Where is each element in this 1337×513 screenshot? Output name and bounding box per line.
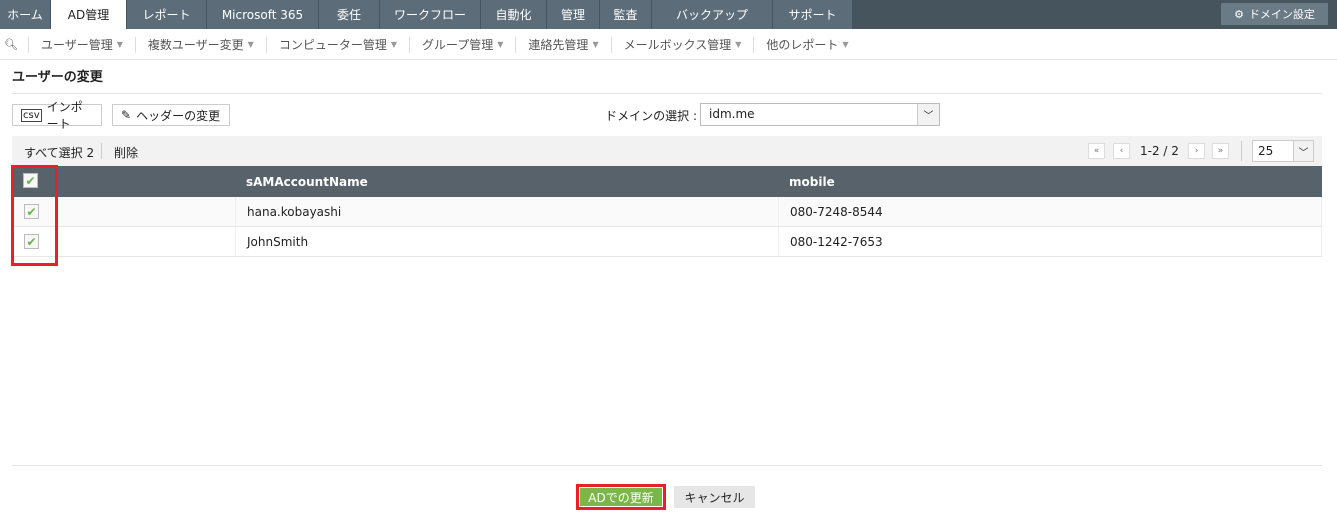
subnav-label: コンピューター管理	[278, 38, 387, 52]
highlight-update-button: ADでの更新	[576, 484, 666, 510]
domain-value: idm.me	[709, 107, 755, 121]
divider	[12, 465, 1322, 466]
caret-down-icon: ▼	[390, 40, 397, 49]
table-toolbar: すべて選択 2 削除 « ‹ 1-2 / 2 › » 25 ﹀	[12, 136, 1322, 166]
last-page-icon[interactable]: »	[1212, 143, 1229, 159]
tab-automation[interactable]: 自動化	[481, 0, 547, 29]
table-header: ✔ sAMAccountName mobile	[12, 166, 1322, 197]
subnav-label: メールボックス管理	[623, 38, 732, 52]
tab-admin[interactable]: 管理	[547, 0, 600, 29]
change-header-button[interactable]: ✎ ヘッダーの変更	[112, 104, 230, 126]
caret-down-icon: ▼	[116, 40, 123, 49]
subnav-user-management[interactable]: ユーザー管理 ▼	[27, 36, 135, 53]
page-size-select[interactable]: 25 ﹀	[1252, 140, 1314, 162]
tab-delegation[interactable]: 委任	[319, 0, 380, 29]
select-all-link[interactable]: すべて選択 2	[24, 144, 94, 161]
import-label: インポート	[46, 100, 83, 131]
table-row: ✔ JohnSmith 080-1242-7653	[12, 227, 1322, 257]
domain-settings-button[interactable]: ⚙ ドメイン設定	[1221, 3, 1328, 25]
subnav-other-reports[interactable]: 他のレポート ▼	[753, 36, 860, 53]
divider	[101, 143, 102, 159]
domain-select-label: ドメインの選択 :	[605, 109, 697, 123]
subnav-label: ユーザー管理	[40, 38, 113, 52]
first-page-icon[interactable]: «	[1088, 143, 1105, 159]
main-tab-bar: ホーム AD管理 レポート Microsoft 365 委任 ワークフロー 自動…	[0, 0, 1337, 29]
tab-reports[interactable]: レポート	[127, 0, 207, 29]
subnav-label: 複数ユーザー変更	[147, 38, 244, 52]
divider	[12, 93, 1322, 94]
divider	[1241, 141, 1242, 161]
delete-link[interactable]: 削除	[114, 144, 138, 161]
next-page-icon[interactable]: ›	[1188, 143, 1205, 159]
caret-down-icon: ▼	[842, 40, 849, 49]
subnav-computer-management[interactable]: コンピューター管理 ▼	[265, 36, 409, 53]
gear-icon: ⚙	[1234, 7, 1244, 21]
edit-icon: ✎	[121, 108, 132, 122]
caret-down-icon: ▼	[592, 40, 599, 49]
tab-ad-management[interactable]: AD管理	[51, 0, 127, 29]
subnav-label: 連絡先管理	[528, 38, 589, 52]
subnav-label: 他のレポート	[766, 38, 839, 52]
search-icon[interactable]: 🔍︎	[4, 38, 28, 51]
prev-page-icon[interactable]: ‹	[1113, 143, 1130, 159]
subnav-group-management[interactable]: グループ管理 ▼	[408, 36, 515, 53]
page-title: ユーザーの変更	[12, 70, 103, 85]
tab-microsoft-365[interactable]: Microsoft 365	[207, 0, 319, 29]
tab-audit[interactable]: 監査	[600, 0, 652, 29]
subnav-contact-management[interactable]: 連絡先管理 ▼	[515, 36, 610, 53]
caret-down-icon: ▼	[247, 40, 254, 49]
subnav-mailbox-management[interactable]: メールボックス管理 ▼	[610, 36, 754, 53]
cell-samaccountname: hana.kobayashi	[235, 197, 341, 226]
chevron-down-icon[interactable]: ﹀	[1293, 141, 1313, 161]
csv-file-icon: csv	[21, 108, 42, 122]
tab-backup[interactable]: バックアップ	[652, 0, 773, 29]
cell-mobile: 080-7248-8544	[778, 197, 883, 226]
cancel-button[interactable]: キャンセル	[674, 486, 755, 508]
caret-down-icon: ▼	[497, 40, 504, 49]
cell-samaccountname: JohnSmith	[235, 227, 308, 256]
update-in-ad-button[interactable]: ADでの更新	[580, 488, 662, 506]
table-row: ✔ hana.kobayashi 080-7248-8544	[12, 197, 1322, 227]
change-header-label: ヘッダーの変更	[136, 108, 221, 123]
column-header-samaccountname[interactable]: sAMAccountName	[235, 166, 368, 197]
subnav-bulk-user-modify[interactable]: 複数ユーザー変更 ▼	[134, 36, 266, 53]
page-size-value: 25	[1258, 144, 1274, 158]
sub-navigation: 🔍︎ ユーザー管理 ▼ 複数ユーザー変更 ▼ コンピューター管理 ▼ グループ管理 ▼ …	[0, 30, 1337, 60]
tab-home[interactable]: ホーム	[0, 0, 51, 29]
caret-down-icon: ▼	[735, 40, 742, 49]
column-header-mobile[interactable]: mobile	[778, 166, 835, 197]
tab-support[interactable]: サポート	[773, 0, 853, 29]
page-range: 1-2 / 2	[1140, 144, 1179, 158]
import-button[interactable]: csv インポート	[12, 100, 102, 131]
cell-mobile: 080-1242-7653	[778, 227, 883, 256]
highlight-checkbox-column	[11, 165, 58, 266]
tab-workflow[interactable]: ワークフロー	[380, 0, 481, 29]
subnav-label: グループ管理	[421, 38, 494, 52]
chevron-down-icon[interactable]: ﹀	[917, 104, 939, 125]
domain-select[interactable]: idm.me ﹀	[700, 103, 940, 126]
domain-settings-label: ドメイン設定	[1248, 8, 1315, 21]
